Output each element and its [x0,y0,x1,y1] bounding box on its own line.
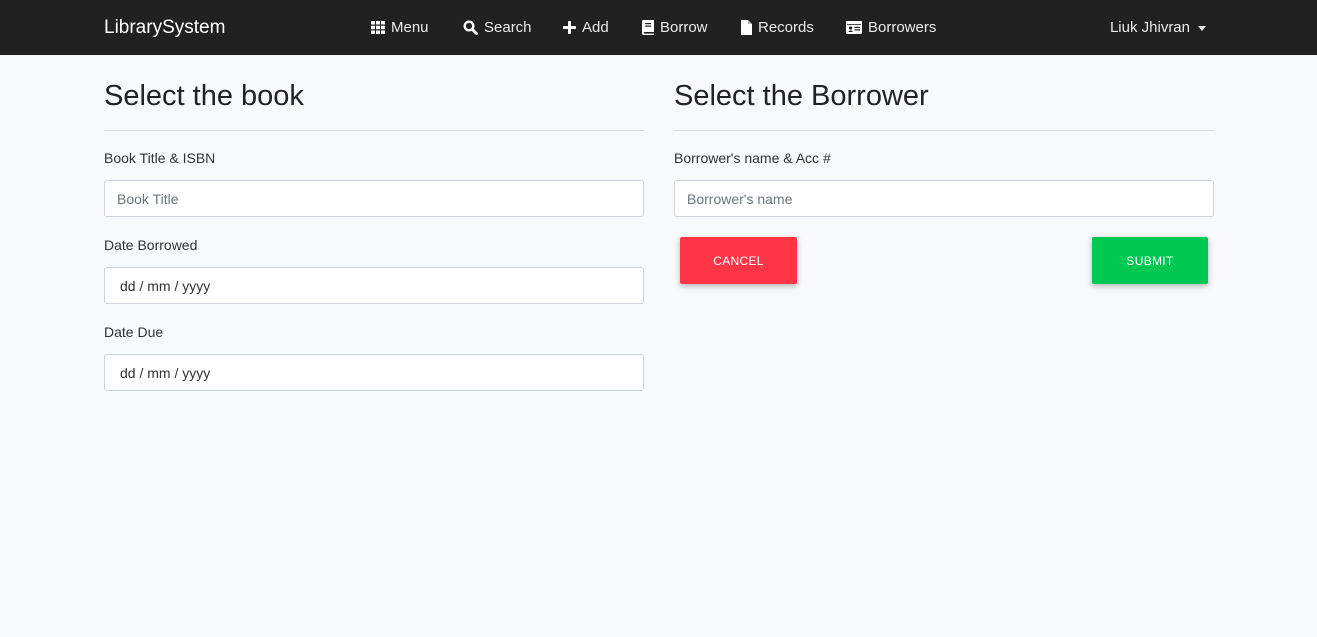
search-icon [463,20,478,35]
nav-item-menu[interactable]: Menu [371,0,429,55]
plus-icon [563,21,576,34]
borrower-section-divider [674,130,1214,131]
book-icon [642,20,654,35]
nav-item-label: Borrow [660,19,708,36]
date-due-label: Date Due [104,324,164,340]
id-card-icon [846,21,862,34]
borrower-section-title: Select the Borrower [674,80,929,112]
submit-button[interactable]: SUBMIT [1092,237,1208,284]
nav-item-borrow[interactable]: Borrow [642,0,708,55]
date-borrowed-label: Date Borrowed [104,237,198,253]
date-borrowed-value: dd / mm / yyyy [120,277,211,294]
brand-link[interactable]: LibrarySystem [104,0,225,55]
user-name: Liuk Jhivran [1109,19,1190,36]
file-icon [741,20,752,35]
book-section: Select the book Book Title & ISBN Date B… [104,55,644,391]
borrower-name-input[interactable] [674,180,1214,217]
borrower-section: Select the Borrower Borrower's name & Ac… [674,55,1214,284]
cancel-button[interactable]: CANCEL [680,237,797,284]
date-borrowed-input[interactable]: dd / mm / yyyy [104,267,644,304]
nav-item-add[interactable]: Add [563,0,609,55]
user-dropdown[interactable]: Liuk Jhivran [1110,0,1206,55]
book-section-divider [104,130,644,131]
nav-item-label: Search [484,19,532,36]
nav-item-records[interactable]: Records [741,0,814,55]
borrower-name-label: Borrower's name & Acc # [674,150,831,166]
date-due-value: dd / mm / yyyy [120,364,211,381]
nav-item-search[interactable]: Search [463,0,532,55]
nav-item-label: Menu [391,19,429,36]
date-due-input[interactable]: dd / mm / yyyy [104,354,644,391]
book-title-input[interactable] [104,180,644,217]
caret-down-icon [1198,25,1206,31]
nav-item-label: Add [582,19,609,36]
nav-item-label: Borrowers [868,19,937,36]
book-section-title: Select the book [104,80,304,112]
nav-item-label: Records [758,19,814,36]
top-navbar: LibrarySystem Menu Search Add Borrow Rec… [0,0,1317,55]
nav-item-borrowers[interactable]: Borrowers [846,0,936,55]
grid-icon [371,21,385,34]
book-title-label: Book Title & ISBN [104,150,216,166]
